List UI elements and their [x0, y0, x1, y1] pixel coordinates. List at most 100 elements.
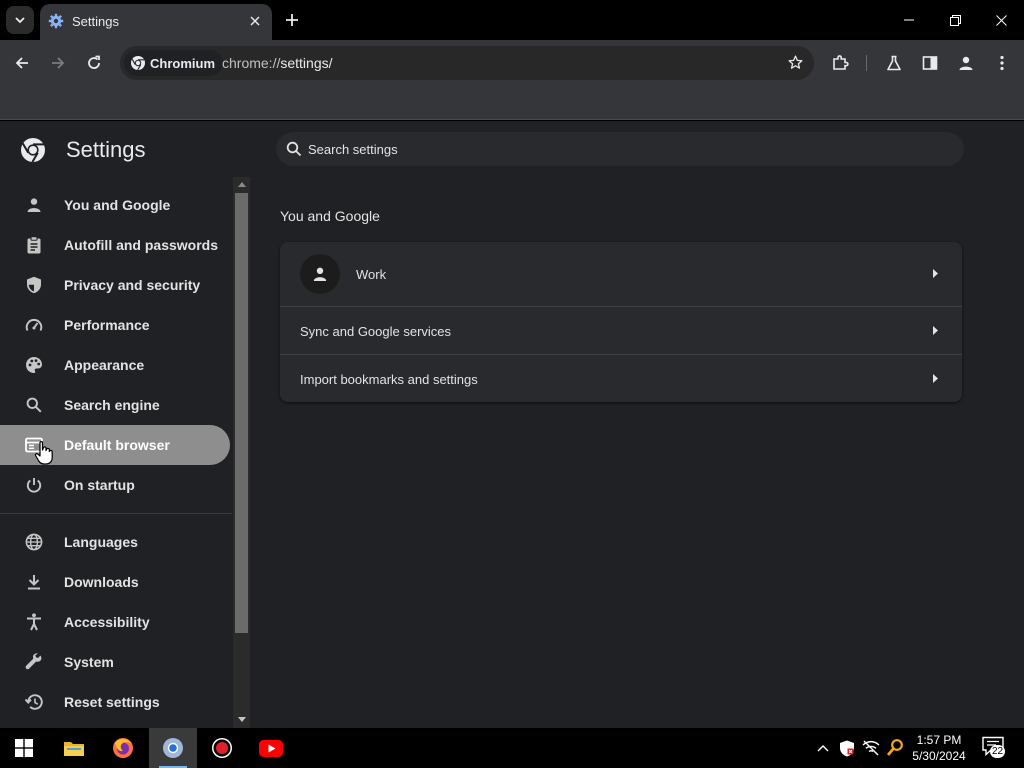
tab-settings[interactable]: Settings: [40, 4, 272, 40]
more-vert-icon: [1000, 55, 1004, 71]
sidebar-item-default-browser[interactable]: Default browser: [0, 425, 230, 465]
close-window-button[interactable]: [978, 0, 1024, 40]
reload-button[interactable]: [80, 49, 108, 77]
profile-button[interactable]: [952, 49, 980, 77]
chevron-right-icon: [933, 374, 938, 383]
reload-icon: [88, 55, 100, 69]
page-title: Settings: [66, 137, 146, 162]
avatar: [300, 254, 340, 294]
clock-time: 1:57 PM: [916, 733, 962, 747]
minimize-button[interactable]: [886, 0, 932, 40]
sidebar-item-performance[interactable]: Performance: [0, 305, 230, 345]
palette-icon: [24, 355, 44, 375]
chromium-logo-icon: [21, 138, 45, 163]
sidebar-item-search-engine[interactable]: Search engine: [0, 385, 230, 425]
download-icon: [24, 572, 44, 592]
chromium-taskbar-icon[interactable]: [149, 728, 197, 768]
history-icon: [24, 692, 44, 712]
notification-count-badge: 22: [990, 745, 1006, 758]
chevron-down-icon: [15, 17, 25, 24]
system-clock[interactable]: 1:57 PM 5/30/2024: [902, 732, 976, 764]
puzzle-icon: [833, 55, 849, 70]
labs-button[interactable]: [880, 49, 908, 77]
arrow-left-icon: [15, 57, 28, 69]
profile-row[interactable]: Work: [280, 242, 962, 306]
network-offline-icon[interactable]: [860, 728, 882, 768]
person-icon: [24, 195, 44, 215]
hand-cursor-icon: [34, 441, 53, 465]
security-shield-icon[interactable]: [836, 728, 858, 768]
sidebar-item-on-startup[interactable]: On startup: [0, 465, 230, 505]
firefox-icon[interactable]: [99, 728, 147, 768]
settings-sidebar: You and Google Autofill and passwords Pr…: [0, 177, 232, 728]
flask-icon: [887, 55, 901, 71]
sidebar-item-privacy[interactable]: Privacy and security: [0, 265, 230, 305]
restore-icon: [949, 14, 961, 26]
show-hidden-icons-chevron-icon[interactable]: [812, 728, 834, 768]
forward-button[interactable]: [44, 49, 72, 77]
search-icon: [24, 395, 44, 415]
site-chip-label: Chromium: [150, 55, 215, 71]
wrench-icon: [24, 652, 44, 672]
recorder-icon[interactable]: [198, 728, 246, 768]
tab-search-button[interactable]: [6, 6, 34, 34]
sidebar-item-you-and-google[interactable]: You and Google: [0, 185, 230, 225]
clipboard-icon: [24, 235, 44, 255]
url-text[interactable]: chrome://settings/: [222, 55, 333, 71]
browser-toolbar: Chromium chrome://settings/: [0, 40, 1024, 86]
gear-icon: [48, 13, 64, 29]
person-icon: [313, 267, 327, 281]
file-explorer-icon[interactable]: [50, 728, 98, 768]
tab-strip: Settings: [0, 0, 1024, 40]
accessibility-icon: [24, 612, 44, 632]
sync-services-row[interactable]: Sync and Google services: [280, 307, 962, 354]
search-placeholder: Search settings: [308, 142, 398, 157]
side-panel-icon: [922, 56, 938, 70]
sidebar-item-appearance[interactable]: Appearance: [0, 345, 230, 385]
scroll-down-arrow-icon[interactable]: [237, 715, 246, 724]
bookmarks-bar: [0, 86, 1024, 120]
chromium-icon: [131, 56, 145, 71]
menu-button[interactable]: [988, 49, 1016, 77]
back-button[interactable]: [8, 49, 36, 77]
sidebar-item-languages[interactable]: Languages: [0, 522, 230, 562]
address-bar[interactable]: Chromium chrome://settings/: [120, 46, 814, 80]
close-icon: [995, 14, 1007, 26]
sidebar-item-autofill[interactable]: Autofill and passwords: [0, 225, 230, 265]
bookmark-star-icon[interactable]: [787, 54, 804, 76]
sidebar-scrollbar[interactable]: [233, 177, 250, 728]
side-panel-button[interactable]: [916, 49, 944, 77]
windows-start-icon[interactable]: [0, 728, 48, 768]
settings-page: Settings Search settings You and Google …: [0, 121, 1024, 728]
new-tab-button[interactable]: [280, 8, 304, 32]
plus-icon: [286, 14, 298, 26]
taskbar: 1:57 PM 5/30/2024 22: [0, 728, 1024, 768]
search-settings-field[interactable]: Search settings: [276, 132, 964, 166]
extensions-button[interactable]: [826, 49, 854, 77]
power-icon: [24, 475, 44, 495]
youtube-icon[interactable]: [247, 728, 295, 768]
site-info-chip[interactable]: Chromium: [124, 50, 223, 76]
sidebar-item-downloads[interactable]: Downloads: [0, 562, 230, 602]
close-tab-icon[interactable]: [246, 12, 264, 30]
globe-icon: [24, 532, 44, 552]
chevron-right-icon: [933, 326, 938, 335]
sidebar-item-accessibility[interactable]: Accessibility: [0, 602, 230, 642]
notification-center-icon[interactable]: 22: [980, 736, 1010, 760]
speedometer-icon: [24, 315, 44, 335]
scroll-up-arrow-icon[interactable]: [237, 180, 246, 189]
tab-title: Settings: [72, 14, 119, 29]
sidebar-item-reset-settings[interactable]: Reset settings: [0, 682, 230, 722]
shield-icon: [24, 275, 44, 295]
sidebar-divider: [0, 513, 232, 514]
scrollbar-thumb[interactable]: [235, 193, 248, 633]
restore-button[interactable]: [932, 0, 978, 40]
settings-header: Settings: [20, 137, 146, 163]
sidebar-item-system[interactable]: System: [0, 642, 230, 682]
import-bookmarks-row[interactable]: Import bookmarks and settings: [280, 355, 962, 402]
you-and-google-card: Work Sync and Google services Import boo…: [280, 242, 962, 402]
section-title: You and Google: [280, 208, 380, 224]
profile-name: Work: [356, 267, 387, 282]
chevron-right-icon: [933, 269, 938, 278]
minimize-icon: [904, 19, 914, 21]
